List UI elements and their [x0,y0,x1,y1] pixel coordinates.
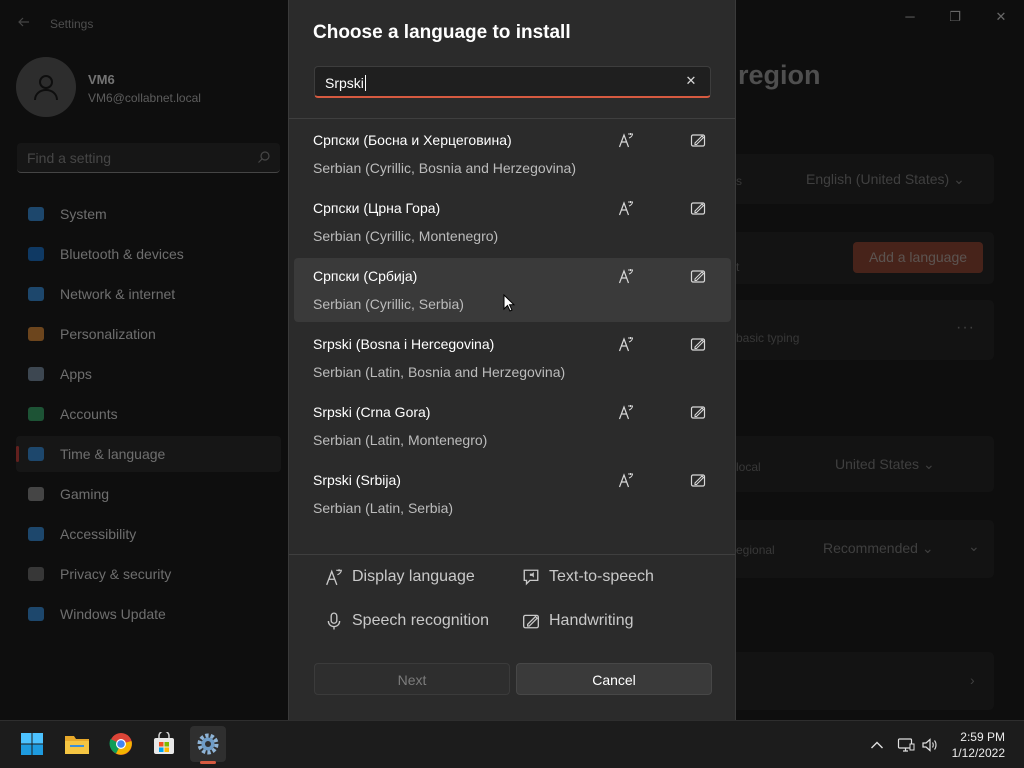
microsoft-store-button[interactable] [146,726,182,762]
volume-tray-button[interactable] [921,721,939,768]
language-item[interactable]: Srpski (Srbija) Serbian (Latin, Serbia) [294,462,731,526]
language-item[interactable]: Српски (Босна и Херцеговина) Serbian (Cy… [294,122,731,186]
display-language-icon [618,200,634,221]
handwriting-icon [690,336,706,357]
display-language-icon [618,132,634,153]
feature-legend-handwriting: Handwriting [522,612,633,630]
handwriting-icon [690,200,706,221]
display-language-icon [326,569,342,586]
dialog-title: Choose a language to install [313,22,571,43]
language-item[interactable]: Srpski (Crna Gora) Serbian (Latin, Monte… [294,394,731,458]
language-item[interactable]: Srpski (Bosna i Hercegovina) Serbian (La… [294,326,731,390]
taskbar: 2:59 PM 1/12/2022 [0,720,1024,768]
display-language-icon [618,472,634,493]
feature-legend-text-to-speech: Text-to-speech [522,568,654,586]
settings-icon [197,733,219,755]
handwriting-icon [690,132,706,153]
mouse-pointer-icon [503,293,516,317]
volume-icon [922,738,937,752]
active-app-indicator [200,761,216,764]
settings-taskbar-button[interactable] [190,726,226,762]
microsoft-store-icon [154,732,174,754]
display-language-icon [618,268,634,289]
file-explorer-button[interactable] [59,726,95,762]
desktop: Settings ─ ❐ ✕ VM6 VM6@collabnet.local F… [0,0,1024,768]
language-item[interactable]: Српски (Црна Гора) Serbian (Cyrillic, Mo… [294,190,731,254]
handwriting-icon [523,614,539,629]
feature-legend-speech-recognition: Speech recognition [325,612,489,630]
next-button[interactable]: Next [314,663,510,695]
network-tray-button[interactable] [897,721,915,768]
display-language-icon [618,404,634,425]
start-button[interactable] [14,726,50,762]
language-search-input[interactable]: Srpski ✕ [314,66,711,98]
divider [289,554,735,555]
clock-date: 1/12/2022 [951,746,1005,760]
file-explorer-icon [65,736,89,754]
divider [289,118,735,119]
cancel-button[interactable]: Cancel [516,663,712,695]
show-hidden-icons-button[interactable] [870,721,884,768]
start-icon [21,733,43,755]
text-caret [364,75,366,91]
choose-language-dialog: Choose a language to install Srpski ✕ Ср… [288,0,736,720]
chrome-button[interactable] [103,726,139,762]
clock[interactable]: 2:59 PM 1/12/2022 [952,729,1005,761]
handwriting-icon [690,472,706,493]
language-item-hovered[interactable]: Српски (Србија) Serbian (Cyrillic, Serbi… [294,258,731,322]
feature-legend-display-language: Display language [325,568,475,586]
text-to-speech-icon [523,569,539,586]
clear-search-icon[interactable]: ✕ [682,72,700,90]
chevron-up-icon [871,741,883,749]
handwriting-icon [690,268,706,289]
clock-time: 2:59 PM [960,730,1005,744]
chrome-icon [109,733,132,755]
network-icon [897,738,915,752]
language-search-value: Srpski [325,75,364,91]
display-language-icon [618,336,634,357]
handwriting-icon [690,404,706,425]
microphone-icon [327,612,341,630]
